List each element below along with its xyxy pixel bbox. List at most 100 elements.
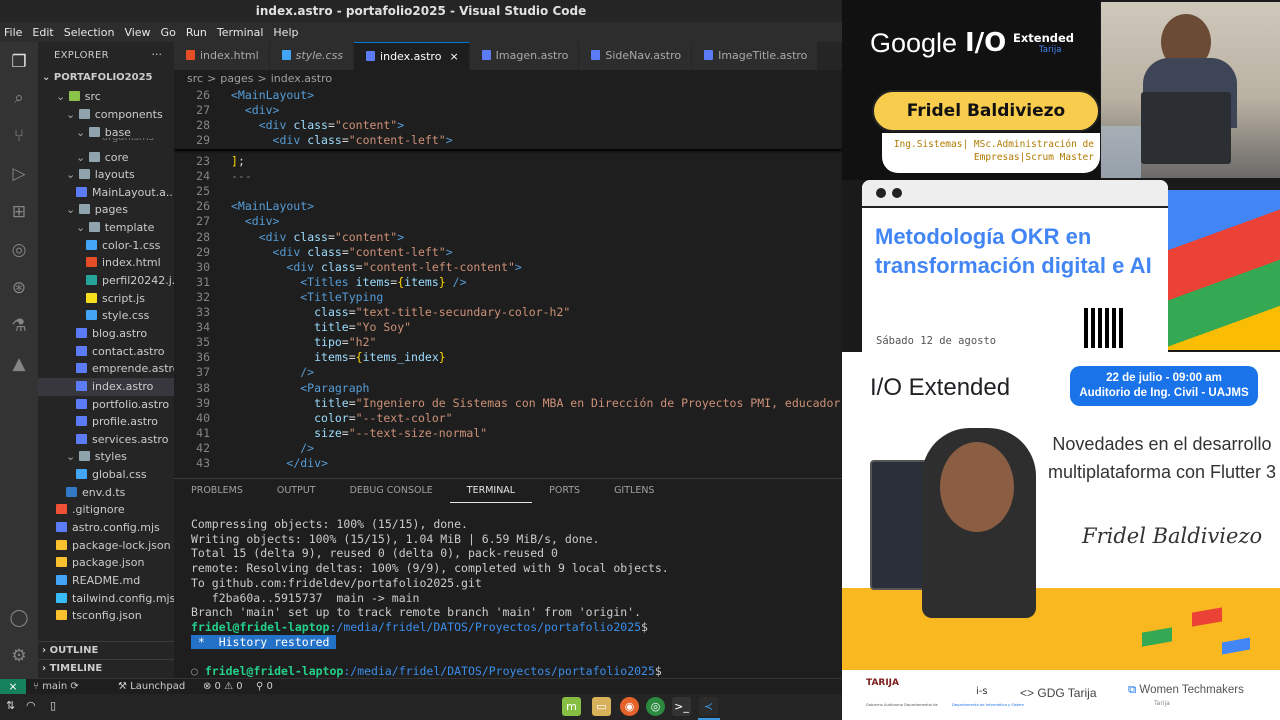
file-item[interactable]: portfolio.astro — [38, 396, 174, 414]
explorer-icon[interactable]: ❐ — [9, 52, 29, 72]
code-line[interactable]: size="--text-size-normal" — [231, 426, 487, 440]
sync-icon[interactable]: ⟳ — [70, 681, 78, 692]
code-line[interactable]: color="--text-color" — [231, 411, 453, 425]
breadcrumb-item[interactable]: pages — [220, 72, 253, 85]
panel-tab-gitlens[interactable]: GITLENS — [597, 479, 671, 503]
menu-go[interactable]: Go — [161, 26, 176, 39]
file-item[interactable]: .gitignore — [38, 501, 174, 519]
remote-explorer-icon[interactable]: ◎ — [9, 240, 29, 260]
extensions-icon[interactable]: ⊞ — [9, 202, 29, 222]
file-item[interactable]: blog.astro — [38, 325, 174, 343]
tab-index-html[interactable]: index.html — [174, 42, 270, 70]
folder-item[interactable]: ⌄ core — [38, 149, 174, 167]
ports-status[interactable]: ⚲ 0 — [256, 679, 273, 694]
tab-sidenav-astro[interactable]: SideNav.astro — [579, 42, 693, 70]
explorer-more-icon[interactable]: ··· — [152, 48, 163, 61]
code-line[interactable]: <div> — [231, 214, 280, 228]
menu-file[interactable]: File — [4, 26, 22, 39]
panel-tab-terminal[interactable]: TERMINAL — [449, 479, 533, 503]
project-root[interactable]: ⌄ PORTAFOLIO2025 — [38, 69, 174, 87]
code-line[interactable]: <MainLayout> — [231, 88, 314, 102]
gitlens-icon[interactable]: ⊛ — [9, 278, 29, 298]
wifi-icon[interactable]: ◠ — [26, 699, 36, 712]
menu-help[interactable]: Help — [273, 26, 298, 39]
file-item[interactable]: README.md — [38, 572, 174, 590]
file-item[interactable]: index.astro — [38, 378, 174, 396]
panel-tab-debug-console[interactable]: DEBUG CONSOLE — [333, 479, 450, 503]
file-item[interactable]: emprende.astro — [38, 360, 174, 378]
code-line[interactable]: <div class="content-left-content"> — [231, 260, 521, 274]
file-item[interactable]: color-1.css — [38, 237, 174, 255]
source-control-icon[interactable]: ⑂ — [9, 126, 29, 146]
code-line[interactable]: title="Ingeniero de Sistemas con MBA en … — [231, 396, 842, 410]
breadcrumb-item[interactable]: src — [187, 72, 203, 85]
code-line[interactable]: <div class="content-left"> — [231, 245, 453, 259]
file-item[interactable]: astro.config.mjs — [38, 519, 174, 537]
battery-icon[interactable]: ▯ — [50, 699, 56, 712]
code-line[interactable]: <div class="content-left"> — [231, 133, 453, 147]
file-item[interactable]: package.json — [38, 554, 174, 572]
folder-item[interactable]: ⌄ pages — [38, 201, 174, 219]
file-item[interactable]: style.css — [38, 307, 174, 325]
mint-menu-icon[interactable]: m — [562, 697, 581, 716]
outline-section[interactable]: › OUTLINE — [38, 641, 174, 659]
tab-imagetitle-astro[interactable]: ImageTitle.astro — [692, 42, 819, 70]
code-line[interactable]: </div> — [231, 456, 328, 470]
folder-item[interactable]: ⌄ styles — [38, 448, 174, 466]
problems-status[interactable]: ⊗ 0 ⚠ 0 — [203, 679, 243, 694]
menu-selection[interactable]: Selection — [64, 26, 115, 39]
terminal-output[interactable]: Compressing objects: 100% (15/15), done.… — [191, 517, 669, 679]
code-line[interactable]: ]; — [231, 154, 245, 168]
code-editor[interactable]: 23]; 24 --- 25 26 <MainLayout> 27 <div> 28 <div… — [174, 87, 842, 475]
file-item[interactable]: profile.astro — [38, 413, 174, 431]
code-line[interactable]: /> — [231, 441, 314, 455]
chrome-icon[interactable]: ◎ — [646, 697, 665, 716]
launchpad-status[interactable]: ⚒ Launchpad — [118, 679, 185, 694]
code-line[interactable]: title="Yo Soy" — [231, 320, 411, 334]
file-item[interactable]: contact.astro — [38, 343, 174, 361]
panel-tab-output[interactable]: OUTPUT — [260, 479, 333, 503]
menu-terminal[interactable]: Terminal — [217, 26, 264, 39]
code-line[interactable]: <TitleTyping — [231, 290, 383, 304]
run-debug-icon[interactable]: ▷ — [9, 164, 29, 184]
code-line[interactable]: <Paragraph — [231, 381, 369, 395]
firefox-icon[interactable]: ◉ — [620, 697, 639, 716]
tab-index-astro[interactable]: index.astro × — [354, 42, 470, 70]
file-item[interactable]: tailwind.config.mjs — [38, 590, 174, 608]
files-icon[interactable]: ▭ — [592, 697, 611, 716]
code-line[interactable]: /> — [231, 365, 314, 379]
code-line[interactable]: items={items_index} — [231, 350, 446, 364]
folder-item[interactable]: ⌄ layouts — [38, 166, 174, 184]
panel-tab-ports[interactable]: PORTS — [532, 479, 597, 503]
file-item[interactable]: script.js — [38, 290, 174, 308]
folder-item[interactable]: ⌄ components — [38, 106, 174, 124]
code-line[interactable]: <div> — [231, 103, 280, 117]
file-item[interactable]: perfil20242.j... — [38, 272, 174, 290]
file-item[interactable]: env.d.ts — [38, 484, 174, 502]
file-item[interactable]: package-lock.json — [38, 537, 174, 555]
tab-style-css[interactable]: style.css — [269, 42, 355, 70]
menu-view[interactable]: View — [124, 26, 150, 39]
search-icon[interactable]: ⌕ — [9, 88, 29, 108]
file-item[interactable]: global.css — [38, 466, 174, 484]
code-line[interactable]: <div class="content"> — [231, 230, 404, 244]
menu-edit[interactable]: Edit — [32, 26, 53, 39]
code-line[interactable]: --- — [231, 169, 252, 183]
timeline-section[interactable]: › TIMELINE — [38, 659, 174, 677]
tab-imagen-astro[interactable]: Imagen.astro — [469, 42, 580, 70]
code-line[interactable]: class="text-title-secundary-color-h2" — [231, 305, 570, 319]
network-icon[interactable]: ⇅ — [6, 699, 15, 712]
file-item[interactable]: tsconfig.json — [38, 607, 174, 625]
breadcrumb-item[interactable]: index.astro — [271, 72, 332, 85]
vscode-taskbar-icon[interactable]: ≺ — [699, 697, 718, 716]
file-item[interactable]: index.html — [38, 254, 174, 272]
testing-icon[interactable]: ⚗ — [9, 316, 29, 336]
code-line[interactable]: <div class="content"> — [231, 118, 404, 132]
settings-gear-icon[interactable]: ⚙ — [9, 646, 29, 666]
code-line[interactable]: <Titles items={items} /> — [231, 275, 466, 289]
folder-item[interactable]: ⌄ src — [38, 88, 174, 106]
remote-indicator-icon[interactable]: ⨯ — [0, 679, 26, 695]
file-item[interactable]: services.astro — [38, 431, 174, 449]
terminal-app-icon[interactable]: >_ — [672, 697, 691, 716]
branch-status[interactable]: ⑂ main ⟳ — [33, 679, 79, 694]
